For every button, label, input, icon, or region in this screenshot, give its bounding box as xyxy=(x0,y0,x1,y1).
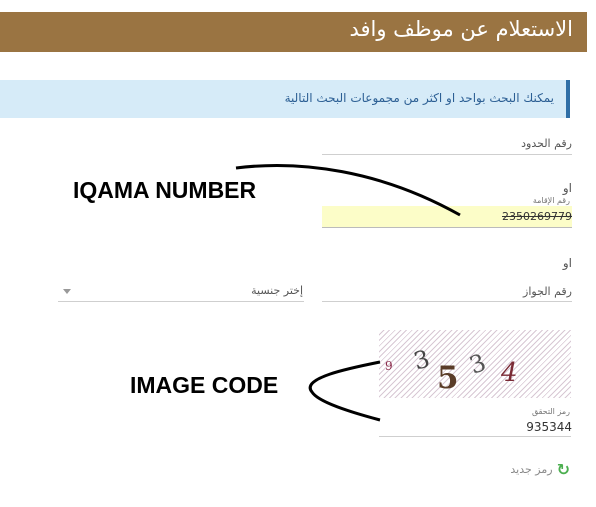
captcha-digit: 9 xyxy=(385,359,393,373)
captcha-digit: 4 xyxy=(501,358,518,388)
nationality-select[interactable] xyxy=(58,301,304,302)
or-separator-2: او xyxy=(562,256,572,270)
refresh-captcha-button[interactable]: ↻ رمز جديد xyxy=(510,460,570,479)
image-code-annotation: IMAGE CODE xyxy=(130,372,279,398)
iqama-value: 2350269779 xyxy=(502,210,572,223)
captcha-image: 9 3 5 3 4 xyxy=(379,330,571,398)
captcha-digit: 3 xyxy=(465,348,490,380)
refresh-label: رمز جديد xyxy=(510,463,553,476)
or-separator-1: او xyxy=(562,181,572,195)
passport-label: رقم الجواز xyxy=(523,285,572,298)
annotation-arrows xyxy=(235,164,461,422)
captcha-label: رمز التحقق xyxy=(531,407,570,416)
image-code-arrow xyxy=(308,360,381,422)
chevron-down-icon[interactable] xyxy=(63,289,71,294)
iqama-annotation: IQAMA NUMBER xyxy=(73,177,257,203)
captcha-digit: 3 xyxy=(410,344,433,376)
nationality-select-value[interactable]: إختر جنسية xyxy=(251,284,303,297)
captcha-input-value[interactable]: 935344 xyxy=(526,420,572,434)
captcha-digit: 5 xyxy=(437,360,459,396)
passport-input[interactable] xyxy=(322,301,572,302)
iqama-label: رقم الإقامة xyxy=(532,196,570,205)
refresh-icon: ↻ xyxy=(556,460,570,479)
page-header: الاستعلام عن موظف وافد xyxy=(0,12,587,52)
page-title: الاستعلام عن موظف وافد xyxy=(349,17,573,41)
info-text: يمكنك البحث بواحد او اكثر من مجموعات الب… xyxy=(284,91,554,105)
info-box: يمكنك البحث بواحد او اكثر من مجموعات الب… xyxy=(0,80,570,118)
border-number-input[interactable] xyxy=(322,154,572,155)
iqama-input[interactable]: 2350269779 xyxy=(322,206,572,228)
border-number-label: رقم الحدود xyxy=(521,137,572,150)
captcha-input[interactable] xyxy=(379,436,571,437)
